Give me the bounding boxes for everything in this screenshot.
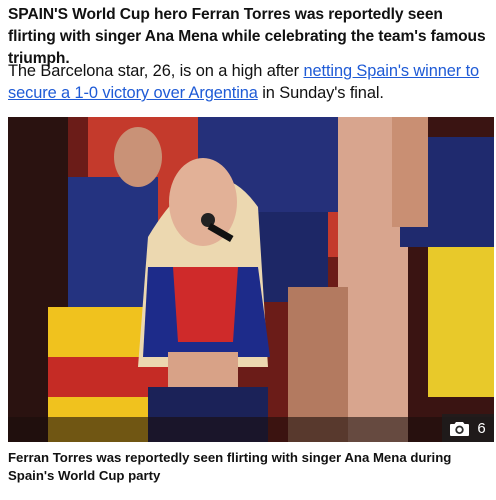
concert-photo-illustration (8, 117, 494, 442)
gallery-count: 6 (477, 419, 486, 437)
article-standfirst: The Barcelona star, 26, is on a high aft… (8, 60, 494, 104)
photo-caption: Ferran Torres was reportedly seen flirti… (8, 450, 452, 483)
standfirst-text-after: in Sunday's final. (257, 84, 384, 102)
standfirst-text-before: The Barcelona star, 26, is on a high aft… (8, 62, 304, 80)
article: SPAIN'S World Cup hero Ferran Torres was… (0, 0, 496, 500)
camera-icon (450, 421, 470, 436)
article-photo[interactable]: 6 (8, 117, 494, 442)
gallery-count-badge[interactable]: 6 (442, 414, 494, 442)
